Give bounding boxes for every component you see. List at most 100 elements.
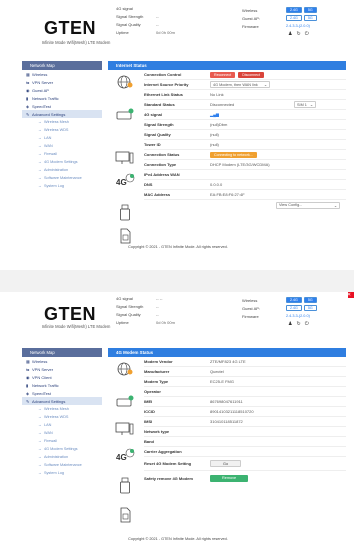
sidebar-subitem[interactable]: → Administration	[22, 166, 102, 174]
row-value: Quectel	[210, 369, 224, 374]
firmware-version[interactable]: 2.4.3.3-(2.0.0)	[286, 24, 310, 28]
wireless-24g-button[interactable]: 2.4G	[286, 297, 302, 303]
info-value: --	[156, 311, 159, 317]
power-icon[interactable]: ⏻	[305, 31, 309, 37]
info-label: Uptime	[116, 29, 129, 35]
sidebar-subitem[interactable]: → Firewall	[22, 437, 102, 445]
sidebar: Network Map ▦ Wireless ⇆ VPN Server ◉ Guest…	[22, 61, 102, 190]
info-label: Signal Strength	[116, 13, 144, 19]
sidebar-item-network-traffic[interactable]: ▮ Network Traffic	[22, 381, 102, 389]
sidebar-subitem[interactable]: → System Log	[22, 182, 102, 190]
subitem-label: Software Maintenance	[44, 176, 82, 180]
row-iccid: ICCID 89014103211118510720	[144, 407, 346, 417]
row-label: 4G signal	[144, 112, 163, 117]
4g-globe-icon: 4G	[114, 447, 136, 465]
row-value: (null)Dbm	[210, 122, 228, 127]
row-signal-quality: Signal Quality (null)	[144, 130, 346, 140]
sidebar-item-label: Guest AP	[32, 87, 49, 93]
sidebar-head[interactable]: Network Map	[22, 61, 102, 70]
row-label: Manufacturer	[144, 369, 170, 374]
sidebar-subitem[interactable]: → LAN	[22, 421, 102, 429]
info-value: --	[156, 303, 159, 309]
wireless-5g-button[interactable]: 5G	[303, 7, 317, 13]
row-tower-id: Tower ID (null)	[144, 140, 346, 150]
sidebar-subitem[interactable]: → Software Maintenance	[22, 174, 102, 182]
wireless-5g-button[interactable]: 5G	[303, 297, 317, 303]
sidebar-item-vpn-client[interactable]: ◉ VPN Client	[22, 373, 102, 381]
power-icon[interactable]: ⏻	[305, 321, 309, 327]
content-title: Internet Status	[108, 61, 346, 70]
row-value: (null)	[210, 132, 219, 137]
subitem-label: Wireless WDS	[44, 415, 69, 419]
row-label: Ethernet Link Status	[144, 92, 183, 97]
wireless-24g-button[interactable]: 2.4G	[286, 7, 302, 13]
sidebar-item-advanced-settings[interactable]: ✎ Advanced Settings	[22, 110, 102, 118]
row-dns: DNS 0.0.0.0	[144, 180, 346, 190]
sidebar-item-label: Wireless	[32, 358, 48, 364]
info-label: Uptime	[116, 319, 129, 325]
refresh-icon[interactable]: ↻	[296, 321, 300, 327]
sidebar-subitem[interactable]: → Software Maintenance	[22, 461, 102, 469]
guest-5g-button[interactable]: 5G	[303, 305, 317, 311]
row-ipv4-wan: IPv4 Address WAN	[144, 170, 346, 180]
sidebar-item-speedtest[interactable]: ◈ SpeedTest	[22, 389, 102, 397]
sidebar-subitem[interactable]: → System Log	[22, 469, 102, 477]
view-config-select[interactable]: View Config... ⌄	[276, 201, 340, 209]
subitem-label: LAN	[44, 423, 52, 427]
row-label: IMEI	[144, 399, 153, 404]
sidebar-subitem[interactable]: → Wireless Mesh	[22, 405, 102, 413]
sidebar-item-speedtest[interactable]: ◈ SpeedTest	[22, 102, 102, 110]
sim-select[interactable]: SIM 1 ⌄	[294, 101, 316, 108]
svg-text:4G: 4G	[116, 178, 127, 187]
status-info: 4G signal Signal Strength -- Signal Quali…	[116, 4, 196, 36]
sidebar-subitem[interactable]: → Administration	[22, 453, 102, 461]
sidebar-subitem[interactable]: → 4G Modem Settings	[22, 158, 102, 166]
guest-label: Guest AP:	[242, 15, 261, 21]
reset-modem-button[interactable]: Go	[210, 460, 242, 467]
disconnect-button[interactable]: Disconnect	[238, 71, 264, 78]
sidebar-item-guest-ap[interactable]: ◉ Guest AP	[22, 86, 102, 94]
user-icon[interactable]: ♟	[288, 31, 292, 37]
subitem-label: Wireless Mesh	[44, 407, 69, 411]
sidebar-subitem[interactable]: → WAN	[22, 142, 102, 150]
sidebar-subitem[interactable]: → Wireless Mesh	[22, 118, 102, 126]
sidebar-subitem[interactable]: → LAN	[22, 134, 102, 142]
row-source-priority: Internet Source Priority 4G Modem, then …	[144, 80, 346, 90]
remove-modem-button[interactable]: Remove	[210, 474, 249, 482]
refresh-icon[interactable]: ↻	[296, 31, 300, 37]
row-label: Operator	[144, 389, 161, 394]
sidebar-item-network-traffic[interactable]: ▮ Network Traffic	[22, 94, 102, 102]
guest-5g-button[interactable]: 5G	[303, 15, 317, 21]
row-label: Connection Status	[144, 152, 180, 157]
sidebar-subitem[interactable]: → Wireless WDS	[22, 413, 102, 421]
subitem-label: Software Maintenance	[44, 463, 82, 467]
row-label: Signal Strength	[144, 122, 174, 127]
row-label: IMSI	[144, 419, 153, 424]
firmware-version[interactable]: 2.4.3.3-(2.0.0)	[286, 314, 310, 318]
sim-card-icon	[114, 507, 136, 523]
sidebar-item-wireless[interactable]: ▦ Wireless	[22, 357, 102, 365]
sidebar-subitem[interactable]: → Wireless WDS	[22, 126, 102, 134]
sidebar-head[interactable]: Network Map	[22, 348, 102, 357]
row-modem-type: Modem Type EC25-E FMG	[144, 377, 346, 387]
row-view-config: View Config... ⌄	[144, 200, 346, 210]
source-priority-select[interactable]: 4G Modem, then WAN link ⌄	[210, 81, 270, 88]
reconnect-button[interactable]: Reconnect	[210, 71, 236, 78]
header: GTEN Infinite Mode Wifi(Mesh) LTE Modem …	[8, 0, 348, 52]
sidebar-item-vpn-server[interactable]: ⇆ VPN Server	[22, 365, 102, 373]
subitem-label: System Log	[44, 471, 65, 475]
sidebar-item-advanced-settings[interactable]: ✎ Advanced Settings	[22, 397, 102, 405]
sidebar-item-wireless[interactable]: ▦ Wireless	[22, 70, 102, 78]
subitem-label: 4G Modem Settings	[44, 447, 78, 451]
sidebar-subitem[interactable]: → Firewall	[22, 150, 102, 158]
row-network-type: Network type	[144, 427, 346, 437]
sidebar-item-vpn-server[interactable]: ⇆ VPN Server	[22, 78, 102, 86]
sidebar-subitem[interactable]: → 4G Modem Settings	[22, 445, 102, 453]
guest-24g-button[interactable]: 2.4G	[286, 15, 302, 21]
row-value: 310410118511872	[210, 419, 243, 424]
sidebar-subitem[interactable]: → WAN	[22, 429, 102, 437]
guest-24g-button[interactable]: 2.4G	[286, 305, 302, 311]
info-value: 0d 0h 00m	[156, 319, 175, 325]
user-icon[interactable]: ♟	[288, 321, 292, 327]
info-value: --	[156, 13, 159, 19]
